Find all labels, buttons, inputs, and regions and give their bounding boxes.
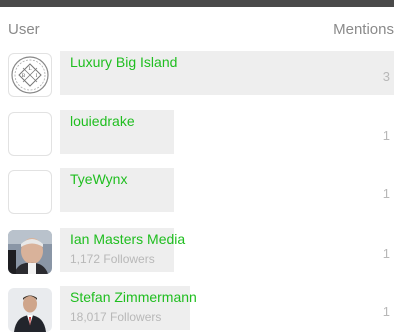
list-item: TyeWynx 1 (8, 168, 394, 218)
user-name-link[interactable]: Ian Masters Media (70, 231, 185, 247)
table-header: User Mentions (8, 21, 394, 41)
blank-avatar[interactable] (8, 112, 52, 156)
blank-avatar[interactable] (8, 170, 52, 214)
user-name-link[interactable]: Luxury Big Island (70, 54, 177, 70)
mention-count: 3 (382, 69, 390, 84)
follower-count: 18,017 Followers (70, 310, 162, 324)
mention-count: 1 (382, 128, 390, 143)
list-item: louiedrake 1 (8, 110, 394, 160)
mentions-column-header: Mentions (333, 21, 394, 38)
follower-count: 1,172 Followers (70, 252, 155, 266)
list-item: Ian Masters Media 1,172 Followers 1 (8, 228, 394, 278)
man-portrait-avatar[interactable] (8, 230, 52, 274)
mention-count: 1 (382, 186, 390, 201)
man-suit-avatar[interactable] (8, 288, 52, 332)
user-name-link[interactable]: louiedrake (70, 113, 135, 129)
user-column-header: User (8, 21, 40, 38)
svg-text:L: L (28, 67, 31, 72)
user-name-link[interactable]: Stefan Zimmermann (70, 289, 197, 305)
user-name-link[interactable]: TyeWynx (70, 171, 127, 187)
top-bar (0, 0, 394, 7)
mention-count: 1 (382, 304, 390, 319)
list-item: L B I Luxury Big Island 3 (8, 51, 394, 101)
emblem-logo-icon[interactable]: L B I (8, 53, 52, 97)
list-item: Stefan Zimmermann 18,017 Followers 1 (8, 286, 394, 336)
mention-count: 1 (382, 246, 390, 261)
